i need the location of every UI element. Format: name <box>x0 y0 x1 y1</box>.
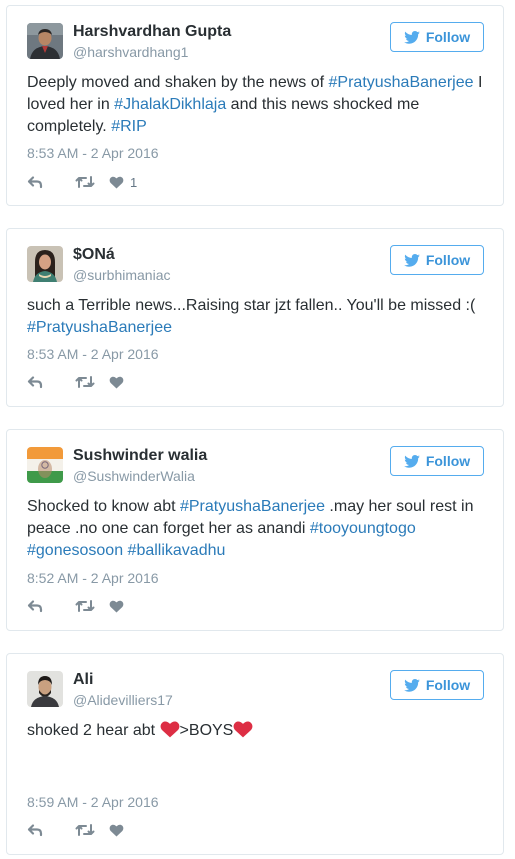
reply-arrow-icon <box>27 375 43 389</box>
red-heart-emoji-icon <box>160 721 180 738</box>
like-button[interactable]: 1 <box>109 175 137 190</box>
twitter-bird-icon <box>404 254 420 267</box>
tweet-text-segment: >BOYS <box>179 722 234 739</box>
retweet-icon <box>75 375 95 389</box>
user-handle[interactable]: @SushwinderWalia <box>73 468 195 484</box>
like-button[interactable] <box>109 376 124 389</box>
retweet-button[interactable] <box>75 823 109 837</box>
tweet-card: Sushwinder walia @SushwinderWalia Follow… <box>6 429 504 631</box>
follow-button[interactable]: Follow <box>390 670 484 700</box>
retweet-button[interactable] <box>75 599 109 613</box>
hashtag-link[interactable]: #tooyoungtogo <box>310 520 416 537</box>
user-handle[interactable]: @harshvardhang1 <box>73 44 188 60</box>
timestamp[interactable]: 8:52 AM - 2 Apr 2016 <box>27 570 159 586</box>
like-button[interactable] <box>109 824 124 837</box>
hashtag-link[interactable]: #PratyushaBanerjee <box>27 319 172 336</box>
like-count: 1 <box>130 174 138 190</box>
tweet-text-segment: Shocked to know abt <box>27 498 180 515</box>
hashtag-link[interactable]: #PratyushaBanerjee <box>180 498 325 515</box>
retweet-icon <box>75 175 95 189</box>
avatar[interactable] <box>27 671 63 707</box>
retweet-icon <box>75 823 95 837</box>
reply-button[interactable] <box>27 175 75 189</box>
user-name[interactable]: Harshvardhan Gupta <box>73 23 231 41</box>
twitter-bird-icon <box>404 31 420 44</box>
heart-icon <box>109 600 124 613</box>
avatar[interactable] <box>27 447 63 483</box>
tweet-card: Harshvardhan Gupta @harshvardhang1 Follo… <box>6 5 504 206</box>
retweet-icon <box>75 599 95 613</box>
user-name[interactable]: $ONá <box>73 246 115 264</box>
heart-icon <box>109 376 124 389</box>
user-name[interactable]: Sushwinder walia <box>73 447 207 465</box>
follow-label: Follow <box>425 252 471 268</box>
user-name[interactable]: Ali <box>73 671 93 689</box>
tweet-card: $ONá @surbhimaniac Follow such a Terribl… <box>6 228 504 407</box>
reply-button[interactable] <box>27 375 75 389</box>
hashtag-link[interactable]: #PratyushaBanerjee <box>329 74 474 91</box>
red-heart-emoji-icon <box>233 721 253 738</box>
tweet-text-segment: such a Terrible news...Raising star jzt … <box>27 297 476 314</box>
tweet-text-segment: shoked 2 hear abt <box>27 722 160 739</box>
retweet-button[interactable] <box>75 175 109 189</box>
reply-arrow-icon <box>27 823 43 837</box>
follow-label: Follow <box>425 453 471 469</box>
follow-label: Follow <box>425 677 471 693</box>
timestamp[interactable]: 8:59 AM - 2 Apr 2016 <box>27 794 159 810</box>
follow-button[interactable]: Follow <box>390 245 484 275</box>
heart-icon <box>109 824 124 837</box>
tweet-actions: 1 <box>27 174 137 190</box>
twitter-bird-icon <box>404 455 420 468</box>
timestamp[interactable]: 8:53 AM - 2 Apr 2016 <box>27 145 159 161</box>
avatar[interactable] <box>27 23 63 59</box>
tweet-actions <box>27 374 124 390</box>
follow-button[interactable]: Follow <box>390 22 484 52</box>
hashtag-link[interactable]: #JhalakDikhlaja <box>114 96 226 113</box>
like-button[interactable] <box>109 600 124 613</box>
tweet-actions <box>27 598 124 614</box>
follow-label: Follow <box>425 29 471 45</box>
tweet-actions <box>27 822 124 838</box>
hashtag-link[interactable]: #gonesosoon <box>27 542 123 559</box>
tweet-text: Deeply moved and shaken by the news of #… <box>27 72 487 138</box>
timestamp[interactable]: 8:53 AM - 2 Apr 2016 <box>27 346 159 362</box>
tweet-text: such a Terrible news...Raising star jzt … <box>27 295 487 339</box>
hashtag-link[interactable]: #RIP <box>111 118 147 135</box>
twitter-bird-icon <box>404 679 420 692</box>
heart-icon <box>109 176 124 189</box>
tweet-text: Shocked to know abt #PratyushaBanerjee .… <box>27 496 487 562</box>
tweet-card: Ali @Alidevilliers17 Follow shoked 2 hea… <box>6 653 504 855</box>
retweet-button[interactable] <box>75 375 109 389</box>
hashtag-link[interactable]: #ballikavadhu <box>128 542 226 559</box>
user-handle[interactable]: @surbhimaniac <box>73 267 170 283</box>
follow-button[interactable]: Follow <box>390 446 484 476</box>
tweet-text-segment: Deeply moved and shaken by the news of <box>27 74 329 91</box>
avatar[interactable] <box>27 246 63 282</box>
reply-arrow-icon <box>27 599 43 613</box>
tweet-text: shoked 2 hear abt >BOYS <box>27 720 487 742</box>
reply-arrow-icon <box>27 175 43 189</box>
reply-button[interactable] <box>27 599 75 613</box>
user-handle[interactable]: @Alidevilliers17 <box>73 692 173 708</box>
reply-button[interactable] <box>27 823 75 837</box>
